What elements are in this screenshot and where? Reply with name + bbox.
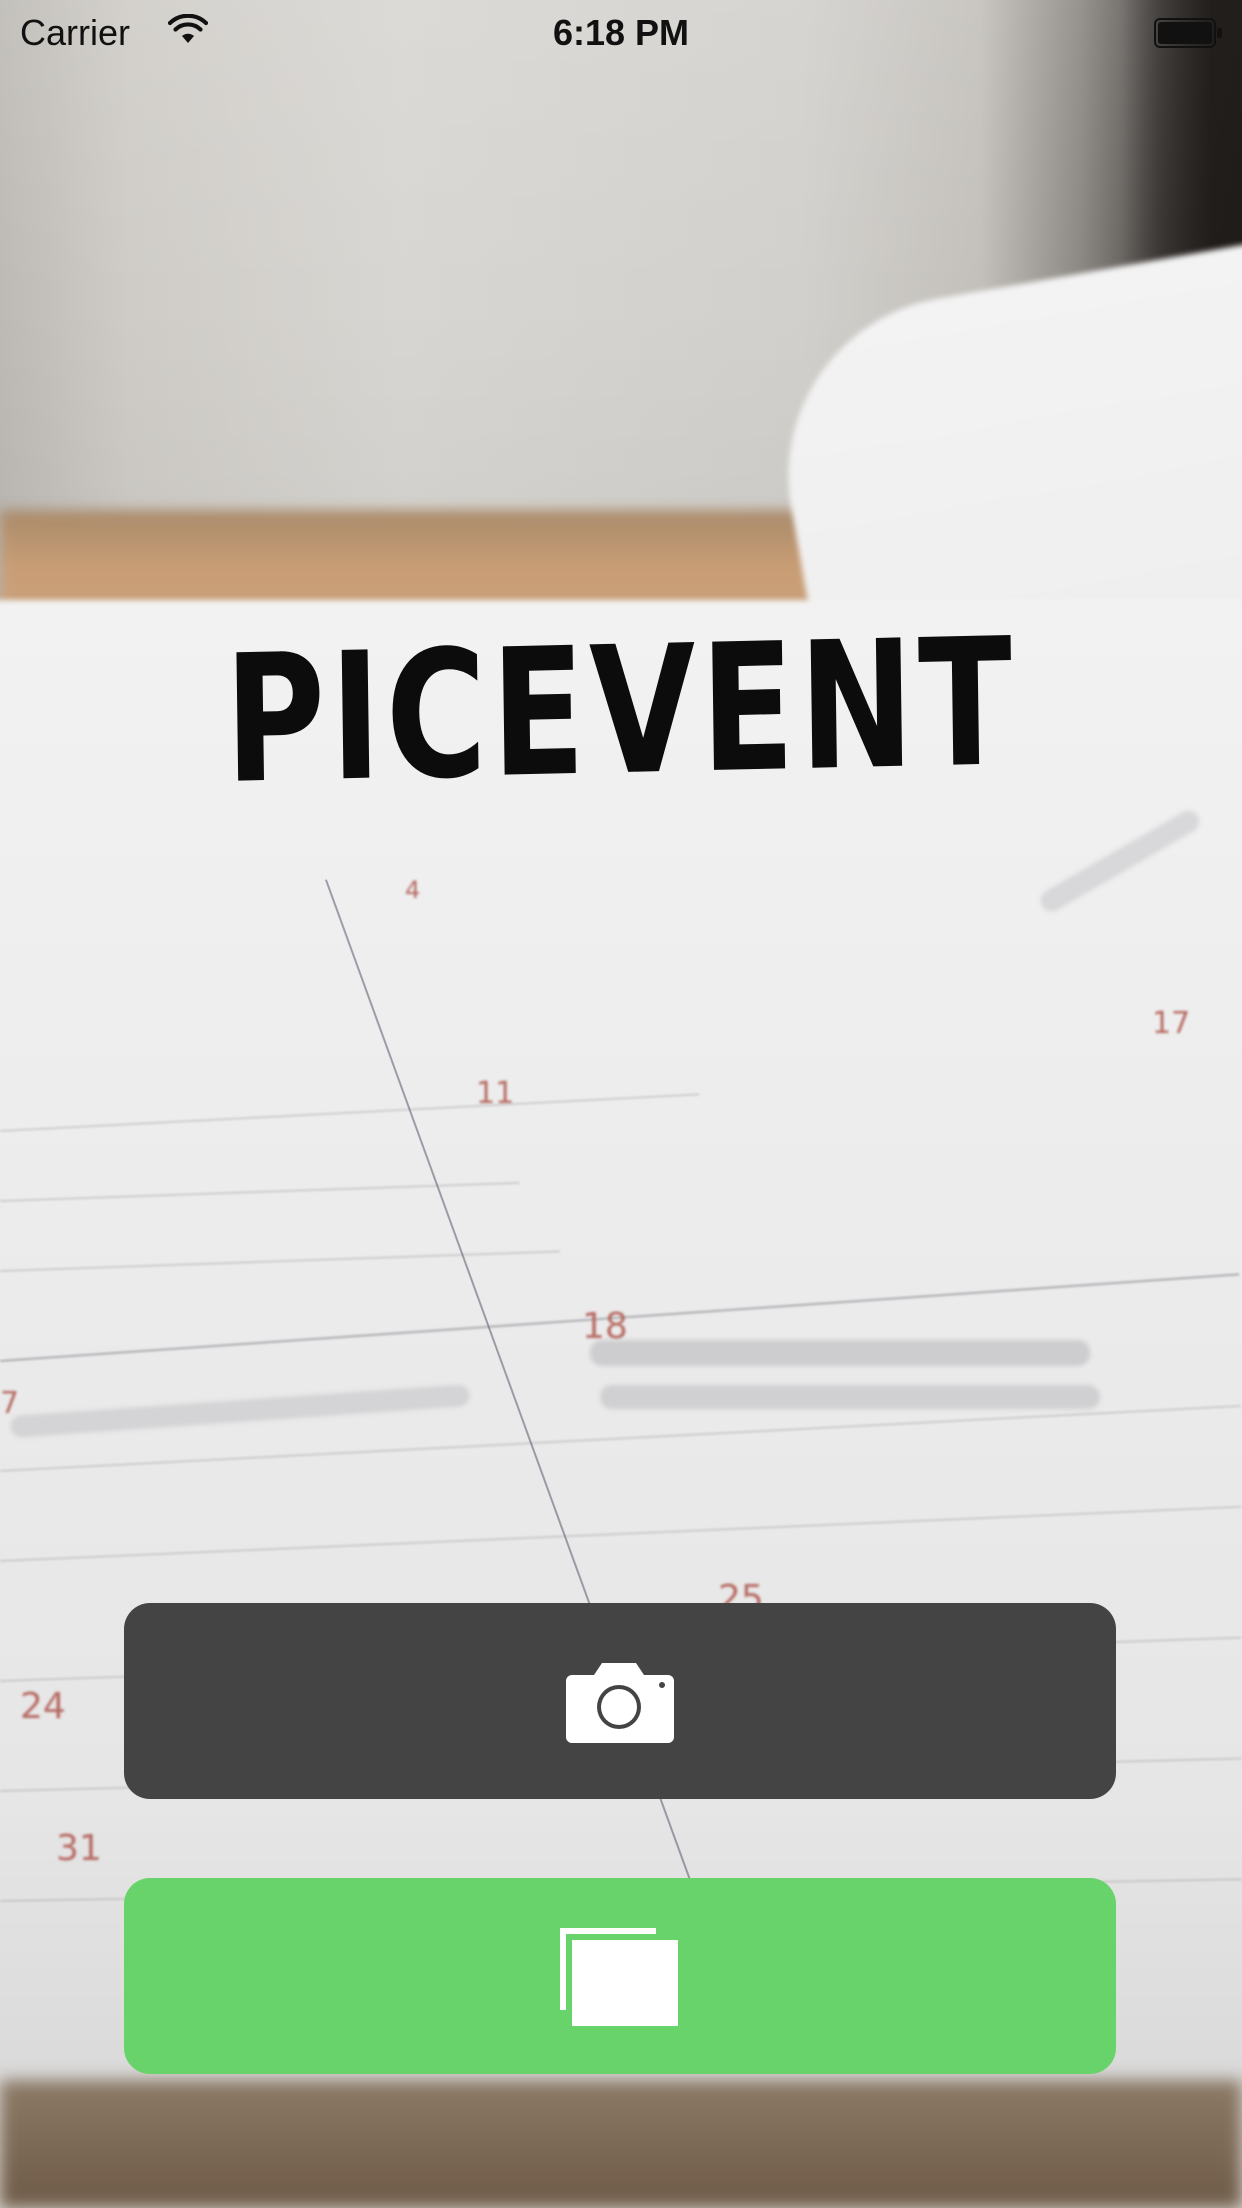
photo-library-icon (560, 1928, 678, 2026)
handwriting-smudge (590, 1340, 1090, 1366)
status-bar: Carrier 6:18 PM (0, 0, 1242, 66)
handwriting-smudge (600, 1385, 1100, 1409)
calendar-number: 24 (20, 1686, 66, 1727)
background-photo: 4 11 18 25 24 31 17 7 (0, 0, 1242, 2208)
take-photo-button[interactable] (124, 1603, 1116, 1799)
camera-icon (566, 1663, 674, 1743)
status-time: 6:18 PM (552, 12, 690, 53)
background-table-bottom (0, 2080, 1242, 2208)
battery-icon (1154, 18, 1222, 48)
calendar-number: 31 (56, 1828, 102, 1869)
calendar-number: 17 (1152, 1006, 1191, 1041)
calendar-number: 4 (405, 876, 421, 904)
photo-library-button[interactable] (124, 1878, 1116, 2074)
calendar-number: 11 (476, 1076, 515, 1111)
app-screen: 4 11 18 25 24 31 17 7 Carrier 6:18 PM PI… (0, 0, 1242, 2208)
app-logo: PICEVENT (0, 600, 1242, 823)
app-logo-text: PICEVENT (223, 600, 1019, 823)
